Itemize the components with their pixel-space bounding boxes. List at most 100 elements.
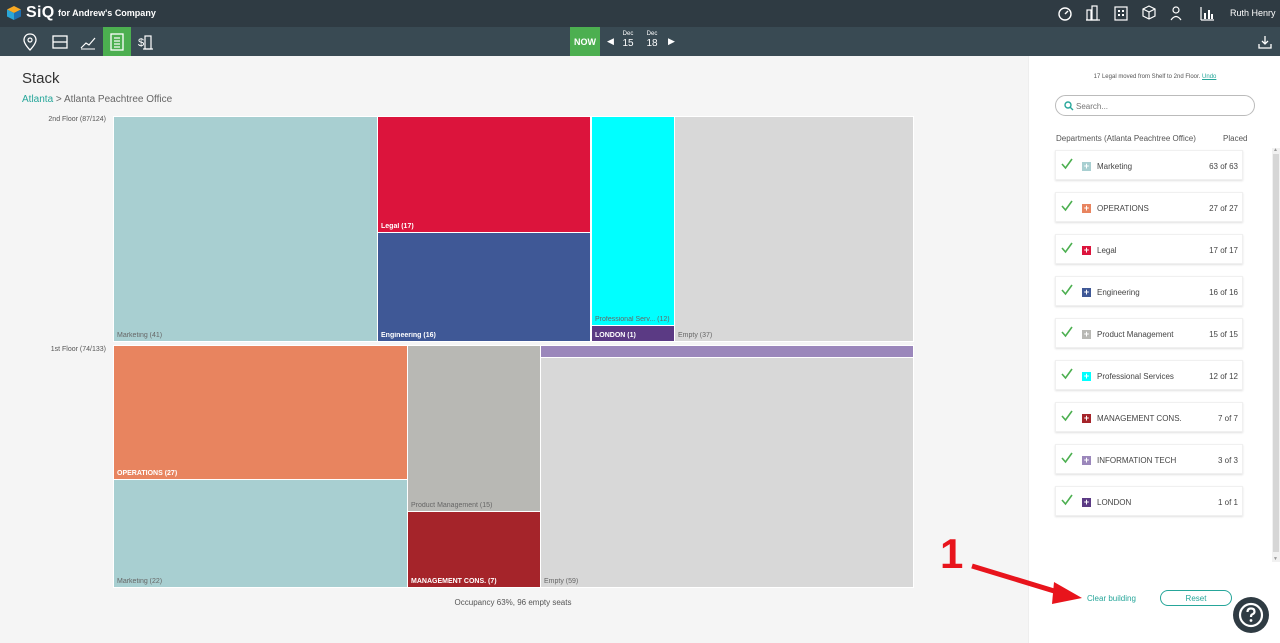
block-2nd-professional-services[interactable]: Professional Serv... (12) [591,116,675,326]
department-name: OPERATIONS [1097,204,1149,213]
breadcrumb: Atlanta > Atlanta Peachtree Office [22,94,172,105]
date-item[interactable]: Dec 15 [618,31,638,49]
department-placed-count: 12 of 12 [1209,372,1238,381]
department-card[interactable]: + MANAGEMENT CONS. 7 of 7 [1055,402,1243,432]
placed-header: Placed [1223,134,1248,143]
department-card[interactable]: + LONDON 1 of 1 [1055,486,1243,516]
reset-button[interactable]: Reset [1160,590,1232,606]
department-name: Legal [1097,246,1117,255]
prev-date-icon[interactable]: ◀ [607,36,614,47]
department-placed-count: 63 of 63 [1209,162,1238,171]
search-icon [1064,101,1074,111]
user-name[interactable]: Ruth Henry [1230,8,1276,18]
scroll-down-icon[interactable]: ▼ [1273,556,1278,562]
block-2nd-empty[interactable]: Empty (37) [674,116,914,342]
department-name: Engineering [1097,288,1140,297]
dashboard-icon[interactable] [1056,4,1074,22]
trend-chart-icon[interactable] [76,30,100,54]
checkmark-icon [1061,494,1073,506]
cube-icon[interactable] [1140,4,1158,22]
block-1st-empty[interactable]: Empty (59) [540,357,914,588]
department-card[interactable]: + INFORMATION TECH 3 of 3 [1055,444,1243,474]
department-placed-count: 17 of 17 [1209,246,1238,255]
department-color-plus-icon[interactable]: + [1082,498,1091,507]
breadcrumb-current: Atlanta Peachtree Office [64,94,173,105]
block-1st-product-management[interactable]: Product Management (15) [407,345,541,512]
checkmark-icon [1061,242,1073,254]
department-placed-count: 7 of 7 [1217,414,1238,423]
brand-name: SiQ [26,4,55,21]
department-color-plus-icon[interactable]: + [1082,330,1091,339]
clear-building-link[interactable]: Clear building [1087,594,1136,603]
search-box[interactable] [1055,95,1255,116]
department-name: INFORMATION TECH [1097,456,1177,465]
department-placed-count: 15 of 15 [1209,330,1238,339]
floorplan-icon[interactable] [48,30,72,54]
department-card[interactable]: + Product Management 15 of 15 [1055,318,1243,348]
export-icon[interactable] [1253,30,1277,54]
checkmark-icon [1061,326,1073,338]
block-1st-operations[interactable]: OPERATIONS (27) [113,345,408,480]
help-icon [1238,602,1264,628]
block-1st-marketing[interactable]: Marketing (22) [113,479,408,588]
department-name: MANAGEMENT CONS. [1097,414,1182,423]
scroll-up-icon[interactable]: ▲ [1273,147,1278,153]
department-name: Product Management [1097,330,1174,339]
department-card[interactable]: + Legal 17 of 17 [1055,234,1243,264]
department-card[interactable]: + Engineering 16 of 16 [1055,276,1243,306]
search-input[interactable] [1076,99,1246,113]
departments-header: Departments (Atlanta Peachtree Office) [1056,134,1196,143]
occupancy-summary: Occupancy 63%, 96 empty seats [454,598,572,607]
office-icon[interactable] [1112,4,1130,22]
department-color-plus-icon[interactable]: + [1082,288,1091,297]
buildings-icon[interactable] [1084,4,1102,22]
reports-icon[interactable] [1198,4,1216,22]
undo-link[interactable]: Undo [1202,74,1216,80]
checkmark-icon [1061,452,1073,464]
department-color-plus-icon[interactable]: + [1082,414,1091,423]
block-2nd-legal[interactable]: Legal (17) [377,116,591,233]
department-name: LONDON [1097,498,1132,507]
checkmark-icon [1061,284,1073,296]
department-color-plus-icon[interactable]: + [1082,204,1091,213]
annotation-number: 1 [940,530,964,577]
help-button[interactable] [1233,597,1269,633]
view-toolbar: $ NOW ◀ Dec 15 Dec 18 ▶ [0,27,1280,56]
department-placed-count: 16 of 16 [1209,288,1238,297]
department-color-plus-icon[interactable]: + [1082,456,1091,465]
department-card[interactable]: + Marketing 63 of 63 [1055,150,1243,180]
block-2nd-marketing[interactable]: Marketing (41) [113,116,378,342]
user-admin-icon[interactable] [1168,4,1186,22]
company-name: for Andrew's Company [58,8,156,18]
page-title: Stack [22,70,60,87]
department-name: Marketing [1097,162,1133,171]
scroll-thumb[interactable] [1273,154,1279,552]
department-placed-count: 3 of 3 [1217,456,1238,465]
map-pin-icon[interactable] [18,30,42,54]
department-placed-count: 1 of 1 [1217,498,1238,507]
block-1st-management-cons[interactable]: MANAGEMENT CONS. (7) [407,511,541,588]
department-list-scrollbar[interactable]: ▲ ▼ [1272,147,1280,562]
stack-view-icon[interactable] [103,27,131,56]
annotation-arrow-icon [971,563,1082,604]
department-color-plus-icon[interactable]: + [1082,246,1091,255]
department-color-plus-icon[interactable]: + [1082,162,1091,171]
next-date-icon[interactable]: ▶ [668,36,675,47]
department-card[interactable]: + Professional Services 12 of 12 [1055,360,1243,390]
department-name: Professional Services [1097,372,1174,381]
departments-panel: 17 Legal moved from Shelf to 2nd Floor. … [1028,56,1280,643]
breadcrumb-atlanta-link[interactable]: Atlanta [22,94,53,105]
floor-label-1st: 1st Floor (74/133) [50,346,106,353]
siq-logo-icon [7,6,21,20]
department-card[interactable]: + OPERATIONS 27 of 27 [1055,192,1243,222]
block-2nd-london[interactable]: LONDON (1) [591,325,675,342]
top-bar: SiQ for Andrew's Company Ruth Henry [0,0,1280,27]
now-button[interactable]: NOW [570,27,600,56]
svg-text:$: $ [138,37,144,49]
building-dollar-icon[interactable]: $ [134,30,158,54]
move-notice: 17 Legal moved from Shelf to 2nd Floor. … [1093,74,1217,80]
department-color-plus-icon[interactable]: + [1082,372,1091,381]
date-item[interactable]: Dec 18 [642,31,662,49]
checkmark-icon [1061,410,1073,422]
block-2nd-engineering[interactable]: Engineering (16) [377,232,591,342]
